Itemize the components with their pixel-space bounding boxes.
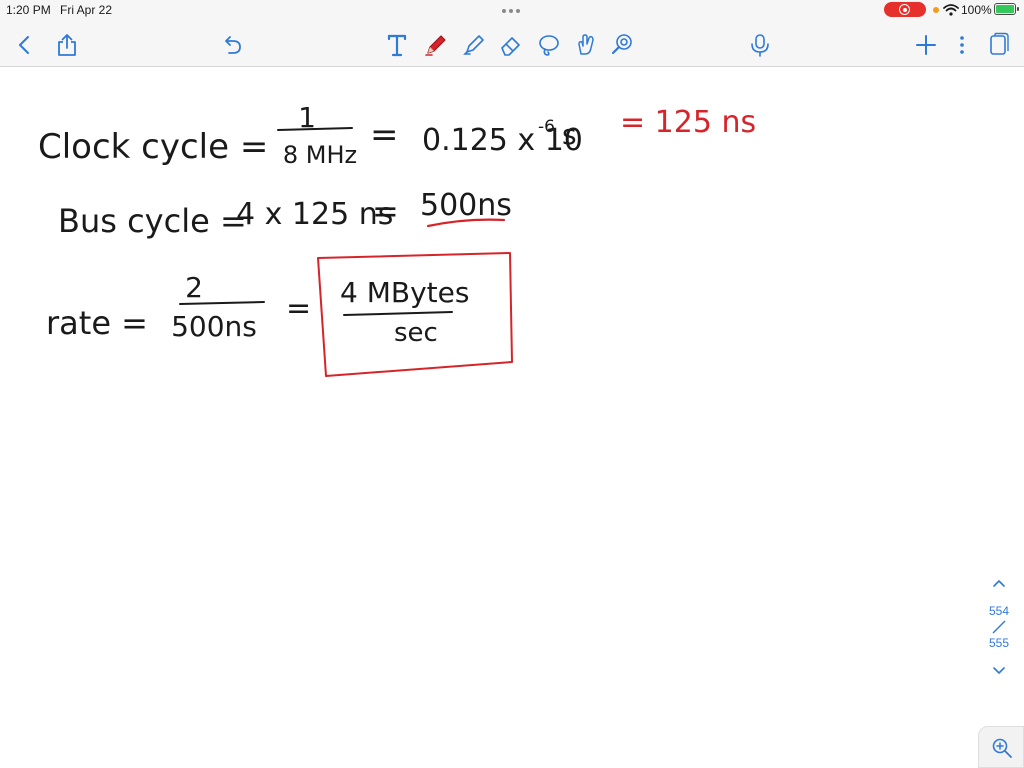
rate-numerator: 2 [185, 271, 203, 304]
fraction-bar [277, 127, 353, 131]
page-separator [992, 620, 1006, 634]
multitasking-dots-icon[interactable] [502, 9, 520, 13]
chevron-left-icon[interactable] [12, 32, 38, 58]
answer-fraction-bar [343, 311, 453, 316]
clock-value: 0.125 x 10 [422, 123, 583, 158]
mic-in-use-dot [933, 7, 939, 13]
clock-unit: s [562, 118, 577, 151]
toolbar [0, 20, 1024, 67]
note-canvas[interactable]: Clock cycle = 1 8 MHz = 0.125 x 10 -6 s … [0, 67, 1024, 768]
rate-equals: = [286, 291, 311, 326]
lasso-icon[interactable] [536, 32, 562, 58]
clock-exponent: -6 [538, 117, 555, 137]
pen-tool-icon[interactable] [423, 32, 449, 58]
page-navigator: 554 555 [982, 578, 1016, 676]
battery-percent: 100% [961, 3, 992, 17]
clock-red-result: = 125 ns [620, 105, 756, 140]
current-page: 554 [988, 604, 1010, 618]
text-tool-icon[interactable] [384, 32, 410, 58]
share-icon[interactable] [54, 32, 80, 58]
answer-denominator: sec [394, 318, 438, 348]
more-icon[interactable] [949, 32, 975, 58]
wifi-icon [943, 4, 959, 16]
total-pages: 555 [988, 636, 1010, 650]
highlighter-icon[interactable] [461, 32, 487, 58]
clock-denominator: 8 MHz [283, 141, 357, 169]
bus-cycle-label: Bus cycle = [58, 202, 247, 240]
microphone-icon[interactable] [747, 32, 773, 58]
laser-pointer-icon[interactable] [609, 32, 635, 58]
bus-cycle-result: 500ns [420, 188, 512, 223]
answer-numerator: 4 MBytes [340, 276, 469, 309]
chevron-down-icon[interactable] [991, 666, 1007, 676]
clock-equals: = [370, 115, 399, 155]
undo-icon[interactable] [219, 32, 245, 58]
plus-icon[interactable] [913, 32, 939, 58]
handwriting-area: Clock cycle = 1 8 MHz = 0.125 x 10 -6 s … [38, 101, 756, 377]
bus-cycle-expr: 4 x 125 ns [236, 197, 393, 232]
rate-label: rate = [46, 304, 148, 342]
battery-icon [994, 3, 1019, 15]
screen-recording-indicator[interactable] [884, 2, 926, 17]
rate-denominator: 500ns [171, 310, 257, 343]
pages-icon[interactable] [985, 32, 1011, 58]
status-date: Fri Apr 22 [60, 3, 113, 17]
shape-icon[interactable] [573, 32, 599, 58]
zoom-button[interactable] [978, 726, 1024, 768]
status-bar: 1:20 PM Fri Apr 22 100% [0, 0, 1024, 20]
chevron-up-icon[interactable] [991, 578, 1007, 588]
status-time: 1:20 PM [6, 3, 51, 17]
eraser-icon[interactable] [498, 32, 524, 58]
clock-cycle-label: Clock cycle = [38, 127, 268, 167]
bus-cycle-equals: = [372, 192, 399, 230]
zoom-in-icon[interactable] [991, 737, 1013, 759]
